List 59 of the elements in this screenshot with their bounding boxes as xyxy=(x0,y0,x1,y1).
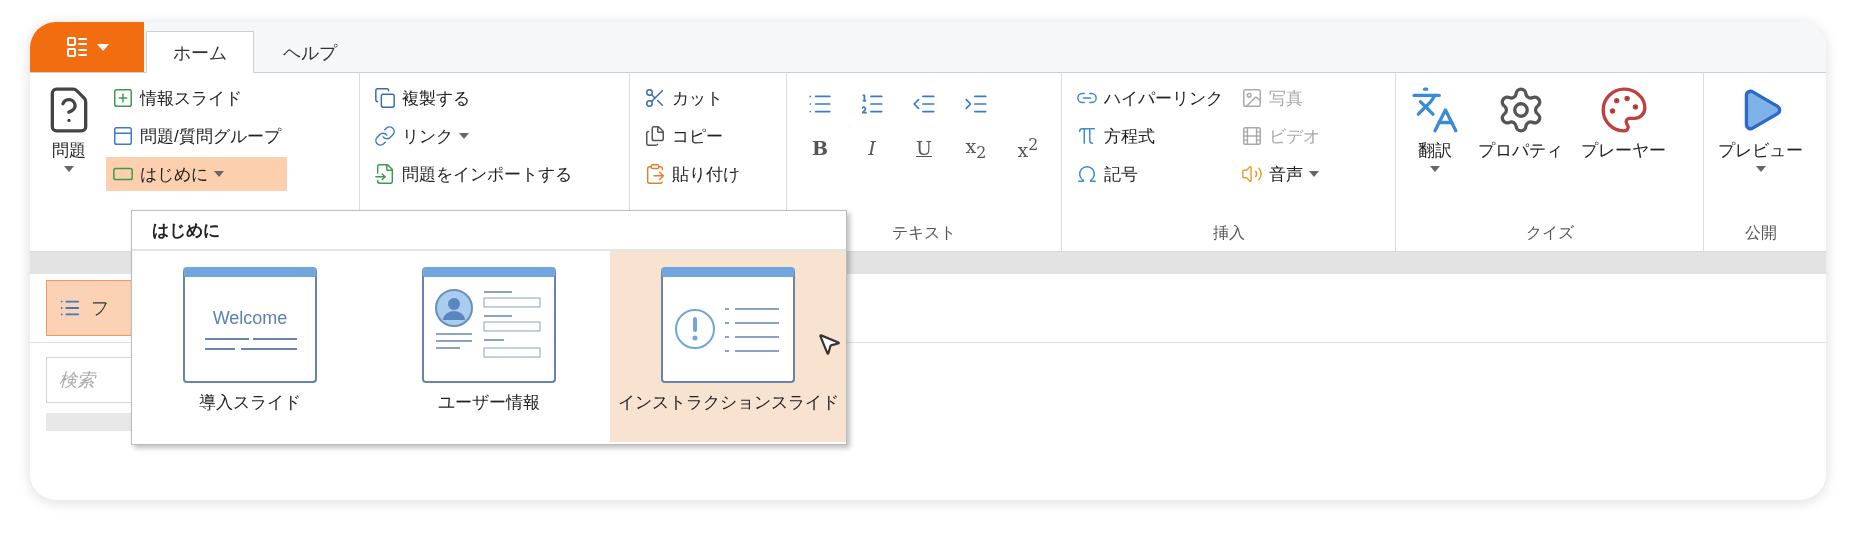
files-icon xyxy=(644,125,666,147)
ribbon-button[interactable]: リンク xyxy=(368,119,578,153)
ribbon-button[interactable]: 翻訳 xyxy=(1404,81,1466,176)
menu-icon xyxy=(65,35,89,59)
clipboard-icon xyxy=(644,163,666,185)
ribbon-tab[interactable]: ヘルプ xyxy=(256,31,364,73)
ribbon-button[interactable]: 貼り付け xyxy=(638,157,746,191)
copy-icon xyxy=(374,87,396,109)
plus-square-icon xyxy=(112,87,134,109)
caret-icon xyxy=(214,171,224,177)
ribbon-button[interactable]: カット xyxy=(638,81,746,115)
mouse-cursor-icon xyxy=(816,331,842,357)
panel-icon xyxy=(112,125,134,147)
import-icon xyxy=(374,163,396,185)
link-icon xyxy=(374,125,396,147)
ribbon-button[interactable]: 記号 xyxy=(1070,157,1229,191)
caret-icon xyxy=(1755,166,1766,172)
image-icon xyxy=(1241,87,1263,109)
ribbon-button[interactable]: コピー xyxy=(638,119,746,153)
bold-button[interactable]: B xyxy=(805,133,835,163)
speaker-icon xyxy=(1241,163,1263,185)
text-lines-icon xyxy=(203,336,297,351)
gallery-item[interactable]: インストラクションスライド xyxy=(610,251,846,442)
italic-button[interactable]: I xyxy=(857,133,887,163)
ribbon-button[interactable]: プレーヤー xyxy=(1575,81,1672,166)
welcome-text: Welcome xyxy=(212,307,288,329)
script-button[interactable]: x$_{2}$ xyxy=(961,133,991,163)
ribbon-button[interactable]: プロパティ xyxy=(1472,81,1569,166)
film-icon xyxy=(1241,125,1263,147)
group-label: 公開 xyxy=(1744,223,1777,243)
ribbon-button[interactable]: 情報スライド xyxy=(106,81,287,115)
caret-icon xyxy=(97,43,109,51)
script-button[interactable]: x$^{2}$ xyxy=(1013,133,1043,163)
caret-icon xyxy=(1430,166,1440,172)
ribbon-button[interactable]: 複製する xyxy=(368,81,578,115)
ribbon-button[interactable]: 方程式 xyxy=(1070,119,1229,153)
underline-button[interactable]: U xyxy=(909,133,939,163)
gallery-item[interactable]: Welcome 導入スライド xyxy=(132,251,368,442)
caret-icon xyxy=(64,166,74,172)
translate-icon xyxy=(1410,85,1460,135)
app-menu-button[interactable] xyxy=(30,22,144,72)
group-label: クイズ xyxy=(1525,223,1574,243)
group-label: テキスト xyxy=(892,223,956,243)
ribbon-button[interactable]: はじめに xyxy=(106,157,287,191)
ribbon-tab[interactable]: ホーム xyxy=(146,31,254,73)
group-label: 挿入 xyxy=(1212,223,1245,243)
ribbon-button[interactable]: 問題/質問グループ xyxy=(106,119,287,153)
numbered-list-icon xyxy=(859,91,885,117)
caret-icon xyxy=(459,133,469,139)
caret-icon xyxy=(1309,171,1319,177)
pi-icon xyxy=(1076,125,1098,147)
ribbon-button[interactable]: 音声 xyxy=(1235,157,1326,191)
ribbon-button[interactable]: 問題をインポートする xyxy=(368,157,578,191)
omega-icon xyxy=(1076,163,1098,185)
ribbon-button[interactable]: ハイパーリンク xyxy=(1070,81,1229,115)
gallery-item[interactable]: ユーザー情報 xyxy=(371,251,607,442)
ribbon-button[interactable]: 問題 xyxy=(38,81,100,176)
ribbon-button[interactable]: プレビュー xyxy=(1712,81,1809,176)
scissors-icon xyxy=(644,87,666,109)
